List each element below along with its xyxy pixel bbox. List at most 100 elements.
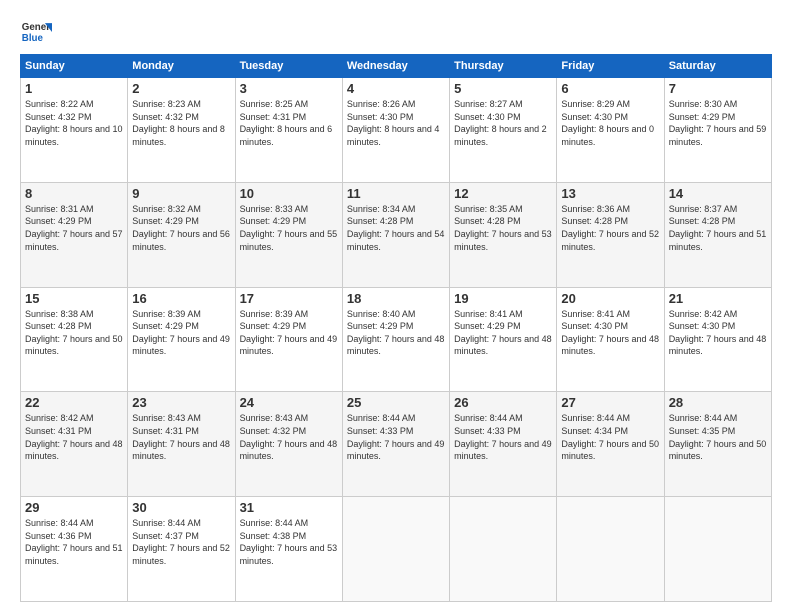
day-number: 11 <box>347 186 445 201</box>
day-number: 3 <box>240 81 338 96</box>
svg-text:Blue: Blue <box>22 33 44 44</box>
header-wednesday: Wednesday <box>342 55 449 78</box>
cell-text: Sunrise: 8:30 AMSunset: 4:29 PMDaylight:… <box>669 99 767 147</box>
table-row: 2 Sunrise: 8:23 AMSunset: 4:32 PMDayligh… <box>128 78 235 183</box>
table-row: 30 Sunrise: 8:44 AMSunset: 4:37 PMDaylig… <box>128 497 235 602</box>
table-row: 25 Sunrise: 8:44 AMSunset: 4:33 PMDaylig… <box>342 392 449 497</box>
day-number: 30 <box>132 500 230 515</box>
day-number: 28 <box>669 395 767 410</box>
table-row: 22 Sunrise: 8:42 AMSunset: 4:31 PMDaylig… <box>21 392 128 497</box>
logo-icon: General Blue <box>20 16 52 48</box>
cell-text: Sunrise: 8:27 AMSunset: 4:30 PMDaylight:… <box>454 99 547 147</box>
header-thursday: Thursday <box>450 55 557 78</box>
table-row: 13 Sunrise: 8:36 AMSunset: 4:28 PMDaylig… <box>557 182 664 287</box>
day-number: 16 <box>132 291 230 306</box>
table-row: 3 Sunrise: 8:25 AMSunset: 4:31 PMDayligh… <box>235 78 342 183</box>
day-number: 18 <box>347 291 445 306</box>
cell-text: Sunrise: 8:37 AMSunset: 4:28 PMDaylight:… <box>669 204 767 252</box>
table-row: 14 Sunrise: 8:37 AMSunset: 4:28 PMDaylig… <box>664 182 771 287</box>
table-row <box>450 497 557 602</box>
day-number: 8 <box>25 186 123 201</box>
table-row: 16 Sunrise: 8:39 AMSunset: 4:29 PMDaylig… <box>128 287 235 392</box>
day-number: 26 <box>454 395 552 410</box>
table-row: 19 Sunrise: 8:41 AMSunset: 4:29 PMDaylig… <box>450 287 557 392</box>
cell-text: Sunrise: 8:22 AMSunset: 4:32 PMDaylight:… <box>25 99 123 147</box>
cell-text: Sunrise: 8:42 AMSunset: 4:30 PMDaylight:… <box>669 309 767 357</box>
day-number: 17 <box>240 291 338 306</box>
header-sunday: Sunday <box>21 55 128 78</box>
cell-text: Sunrise: 8:32 AMSunset: 4:29 PMDaylight:… <box>132 204 230 252</box>
cell-text: Sunrise: 8:26 AMSunset: 4:30 PMDaylight:… <box>347 99 440 147</box>
calendar-week-row: 15 Sunrise: 8:38 AMSunset: 4:28 PMDaylig… <box>21 287 772 392</box>
calendar-week-row: 8 Sunrise: 8:31 AMSunset: 4:29 PMDayligh… <box>21 182 772 287</box>
table-row: 29 Sunrise: 8:44 AMSunset: 4:36 PMDaylig… <box>21 497 128 602</box>
cell-text: Sunrise: 8:44 AMSunset: 4:36 PMDaylight:… <box>25 518 123 566</box>
cell-text: Sunrise: 8:44 AMSunset: 4:33 PMDaylight:… <box>347 413 445 461</box>
cell-text: Sunrise: 8:35 AMSunset: 4:28 PMDaylight:… <box>454 204 552 252</box>
table-row: 11 Sunrise: 8:34 AMSunset: 4:28 PMDaylig… <box>342 182 449 287</box>
table-row: 23 Sunrise: 8:43 AMSunset: 4:31 PMDaylig… <box>128 392 235 497</box>
table-row: 27 Sunrise: 8:44 AMSunset: 4:34 PMDaylig… <box>557 392 664 497</box>
cell-text: Sunrise: 8:39 AMSunset: 4:29 PMDaylight:… <box>240 309 338 357</box>
table-row: 31 Sunrise: 8:44 AMSunset: 4:38 PMDaylig… <box>235 497 342 602</box>
day-number: 20 <box>561 291 659 306</box>
day-number: 13 <box>561 186 659 201</box>
table-row: 17 Sunrise: 8:39 AMSunset: 4:29 PMDaylig… <box>235 287 342 392</box>
day-number: 27 <box>561 395 659 410</box>
table-row: 5 Sunrise: 8:27 AMSunset: 4:30 PMDayligh… <box>450 78 557 183</box>
day-number: 23 <box>132 395 230 410</box>
day-number: 19 <box>454 291 552 306</box>
table-row: 20 Sunrise: 8:41 AMSunset: 4:30 PMDaylig… <box>557 287 664 392</box>
day-number: 24 <box>240 395 338 410</box>
table-row: 9 Sunrise: 8:32 AMSunset: 4:29 PMDayligh… <box>128 182 235 287</box>
calendar-week-row: 22 Sunrise: 8:42 AMSunset: 4:31 PMDaylig… <box>21 392 772 497</box>
cell-text: Sunrise: 8:44 AMSunset: 4:33 PMDaylight:… <box>454 413 552 461</box>
logo: General Blue <box>20 16 52 48</box>
cell-text: Sunrise: 8:29 AMSunset: 4:30 PMDaylight:… <box>561 99 654 147</box>
header-tuesday: Tuesday <box>235 55 342 78</box>
cell-text: Sunrise: 8:42 AMSunset: 4:31 PMDaylight:… <box>25 413 123 461</box>
day-number: 12 <box>454 186 552 201</box>
day-number: 2 <box>132 81 230 96</box>
cell-text: Sunrise: 8:40 AMSunset: 4:29 PMDaylight:… <box>347 309 445 357</box>
day-number: 6 <box>561 81 659 96</box>
day-number: 10 <box>240 186 338 201</box>
table-row: 6 Sunrise: 8:29 AMSunset: 4:30 PMDayligh… <box>557 78 664 183</box>
cell-text: Sunrise: 8:25 AMSunset: 4:31 PMDaylight:… <box>240 99 333 147</box>
cell-text: Sunrise: 8:31 AMSunset: 4:29 PMDaylight:… <box>25 204 123 252</box>
cell-text: Sunrise: 8:34 AMSunset: 4:28 PMDaylight:… <box>347 204 445 252</box>
table-row: 7 Sunrise: 8:30 AMSunset: 4:29 PMDayligh… <box>664 78 771 183</box>
day-number: 1 <box>25 81 123 96</box>
calendar-week-row: 29 Sunrise: 8:44 AMSunset: 4:36 PMDaylig… <box>21 497 772 602</box>
table-row <box>342 497 449 602</box>
cell-text: Sunrise: 8:44 AMSunset: 4:35 PMDaylight:… <box>669 413 767 461</box>
day-number: 22 <box>25 395 123 410</box>
day-number: 5 <box>454 81 552 96</box>
day-number: 15 <box>25 291 123 306</box>
day-number: 14 <box>669 186 767 201</box>
cell-text: Sunrise: 8:41 AMSunset: 4:30 PMDaylight:… <box>561 309 659 357</box>
table-row: 4 Sunrise: 8:26 AMSunset: 4:30 PMDayligh… <box>342 78 449 183</box>
page: General Blue Sunday Monday Tuesday Wedne… <box>0 0 792 612</box>
header: General Blue <box>20 16 772 48</box>
cell-text: Sunrise: 8:39 AMSunset: 4:29 PMDaylight:… <box>132 309 230 357</box>
header-saturday: Saturday <box>664 55 771 78</box>
cell-text: Sunrise: 8:36 AMSunset: 4:28 PMDaylight:… <box>561 204 659 252</box>
table-row: 28 Sunrise: 8:44 AMSunset: 4:35 PMDaylig… <box>664 392 771 497</box>
cell-text: Sunrise: 8:23 AMSunset: 4:32 PMDaylight:… <box>132 99 225 147</box>
table-row <box>557 497 664 602</box>
day-number: 7 <box>669 81 767 96</box>
day-number: 31 <box>240 500 338 515</box>
cell-text: Sunrise: 8:41 AMSunset: 4:29 PMDaylight:… <box>454 309 552 357</box>
cell-text: Sunrise: 8:44 AMSunset: 4:34 PMDaylight:… <box>561 413 659 461</box>
cell-text: Sunrise: 8:38 AMSunset: 4:28 PMDaylight:… <box>25 309 123 357</box>
table-row: 24 Sunrise: 8:43 AMSunset: 4:32 PMDaylig… <box>235 392 342 497</box>
weekday-header-row: Sunday Monday Tuesday Wednesday Thursday… <box>21 55 772 78</box>
cell-text: Sunrise: 8:33 AMSunset: 4:29 PMDaylight:… <box>240 204 338 252</box>
day-number: 21 <box>669 291 767 306</box>
header-friday: Friday <box>557 55 664 78</box>
header-monday: Monday <box>128 55 235 78</box>
cell-text: Sunrise: 8:43 AMSunset: 4:31 PMDaylight:… <box>132 413 230 461</box>
table-row: 18 Sunrise: 8:40 AMSunset: 4:29 PMDaylig… <box>342 287 449 392</box>
day-number: 4 <box>347 81 445 96</box>
